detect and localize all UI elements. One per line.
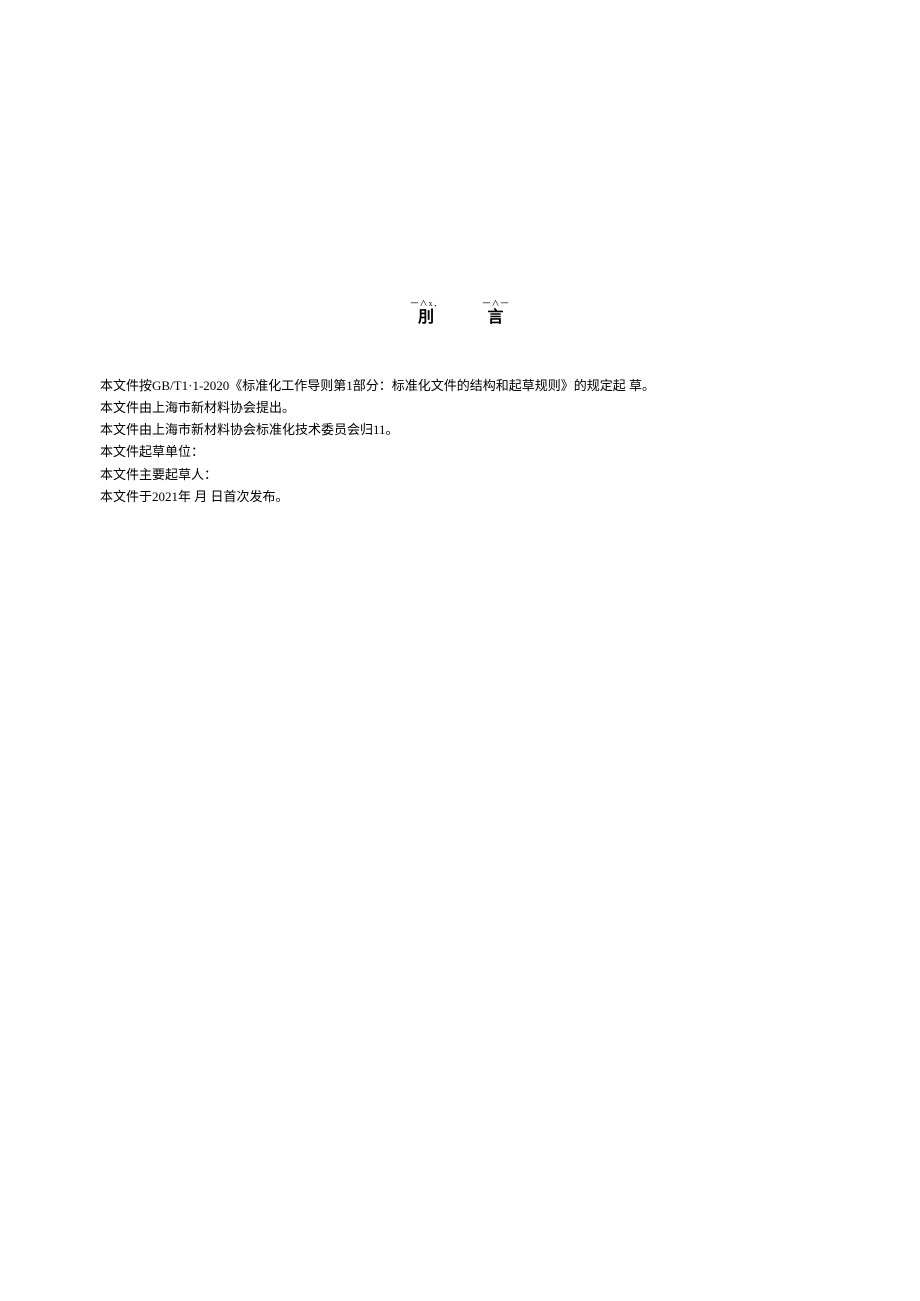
paragraph: 本文件按GB/T1·1-2020《标准化工作导则第1部分：标准化文件的结构和起草… xyxy=(100,375,820,397)
paragraph: 本文件由上海市新材料协会提出。 xyxy=(100,397,820,419)
heading-column-2: 一∧一 言 xyxy=(483,300,510,327)
heading-small-2: 一∧一 xyxy=(483,300,510,308)
heading-big-2: 言 xyxy=(487,308,504,327)
heading-small-1: 一∧x． xyxy=(411,300,443,308)
paragraph: 本文件起草单位： xyxy=(100,441,820,463)
heading-big-1: 刖 xyxy=(418,308,435,327)
paragraph: 本文件由上海市新材料协会标准化技术委员会归11。 xyxy=(100,419,820,441)
foreword-body: 本文件按GB/T1·1-2020《标准化工作导则第1部分：标准化文件的结构和起草… xyxy=(100,375,820,508)
foreword-heading: 一∧x． 刖 一∧一 言 xyxy=(100,300,820,327)
paragraph: 本文件于2021年 月 日首次发布。 xyxy=(100,486,820,508)
paragraph: 本文件主要起草人： xyxy=(100,464,820,486)
heading-column-1: 一∧x． 刖 xyxy=(411,300,443,327)
document-page: 一∧x． 刖 一∧一 言 本文件按GB/T1·1-2020《标准化工作导则第1部… xyxy=(0,0,920,1301)
